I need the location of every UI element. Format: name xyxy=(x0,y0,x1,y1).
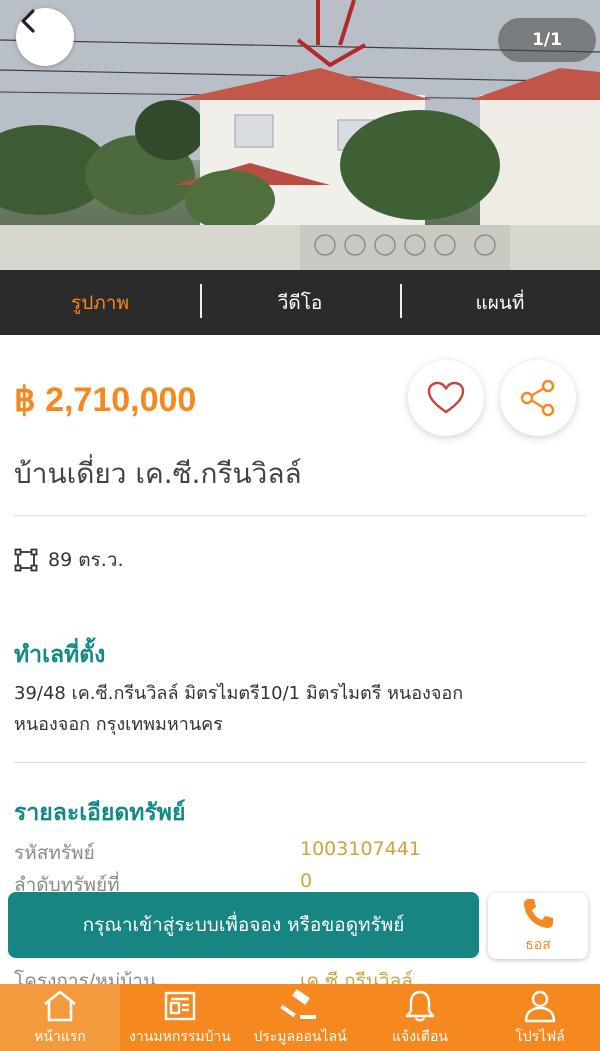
nav-home[interactable]: หน้าแรก xyxy=(0,984,120,1051)
area-icon xyxy=(14,548,38,572)
nav-profile[interactable]: โปรไฟล์ xyxy=(480,984,600,1051)
address: 39/48 เค.ซี.กรีนวิลล์ มิตรไมตรี10/1 มิตร… xyxy=(14,678,584,740)
nav-label: งานมหกรรมบ้าน xyxy=(129,1029,231,1045)
location-heading: ทำเลที่ตั้ง xyxy=(14,642,106,668)
back-button[interactable] xyxy=(16,8,74,66)
newspaper-icon xyxy=(164,991,196,1021)
address-line-1: 39/48 เค.ซี.กรีนวิลล์ มิตรไมตรี10/1 มิตร… xyxy=(14,683,464,704)
call-button[interactable]: ธอส xyxy=(488,893,588,959)
home-icon xyxy=(44,990,76,1022)
media-tabs: รูปภาพ วีดีโอ แผนที่ xyxy=(0,270,600,335)
login-to-book-button[interactable]: กรุณาเข้าสู่ระบบเพื่อจอง หรือขอดูทรัพย์ xyxy=(8,892,479,958)
share-icon xyxy=(520,379,555,417)
chevron-left-icon xyxy=(21,9,35,33)
land-area: 89 ตร.ว. xyxy=(14,545,124,575)
tab-map[interactable]: แผนที่ xyxy=(400,283,600,318)
property-photo[interactable]: 1/1 xyxy=(0,0,600,270)
nav-label: โปรไฟล์ xyxy=(515,1029,565,1045)
detail-value: 1003107441 xyxy=(300,838,421,860)
tab-video[interactable]: วีดีโอ xyxy=(200,283,400,318)
detail-label: รหัสทรัพย์ xyxy=(14,842,95,864)
nav-label: ประมูลออนไลน์ xyxy=(253,1029,347,1045)
heart-icon xyxy=(427,381,465,414)
divider xyxy=(14,515,586,516)
user-icon xyxy=(524,990,556,1023)
details-heading: รายละเอียดทรัพย์ xyxy=(14,800,186,826)
nav-house-fair[interactable]: งานมหกรรมบ้าน xyxy=(120,984,240,1051)
tab-photos[interactable]: รูปภาพ xyxy=(0,288,200,318)
bottom-nav: หน้าแรก งานมหกรรมบ้าน ประมูลออนไลน์ แจ้ง… xyxy=(0,984,600,1051)
call-label: ธอส xyxy=(525,937,551,953)
gavel-icon xyxy=(280,989,316,1019)
nav-online-auction[interactable]: ประมูลออนไลน์ xyxy=(240,984,360,1051)
listing-title: บ้านเดี่ยว เค.ซี.กรีนวิลล์ xyxy=(14,457,302,490)
listing-price: ฿ 2,710,000 xyxy=(14,381,197,419)
favorite-button[interactable] xyxy=(408,360,484,436)
nav-label: หน้าแรก xyxy=(34,1029,86,1045)
nav-notifications[interactable]: แจ้งเตือน xyxy=(360,984,480,1051)
address-line-2: หนองจอก กรุงเทพมหานคร xyxy=(14,714,223,735)
nav-label: แจ้งเตือน xyxy=(392,1029,448,1045)
share-button[interactable] xyxy=(500,360,576,436)
bell-icon xyxy=(405,990,435,1022)
photo-counter: 1/1 xyxy=(498,18,596,62)
land-area-value: 89 ตร.ว. xyxy=(48,549,124,571)
detail-value: 0 xyxy=(300,870,313,892)
phone-icon xyxy=(524,899,553,928)
divider xyxy=(14,762,586,763)
